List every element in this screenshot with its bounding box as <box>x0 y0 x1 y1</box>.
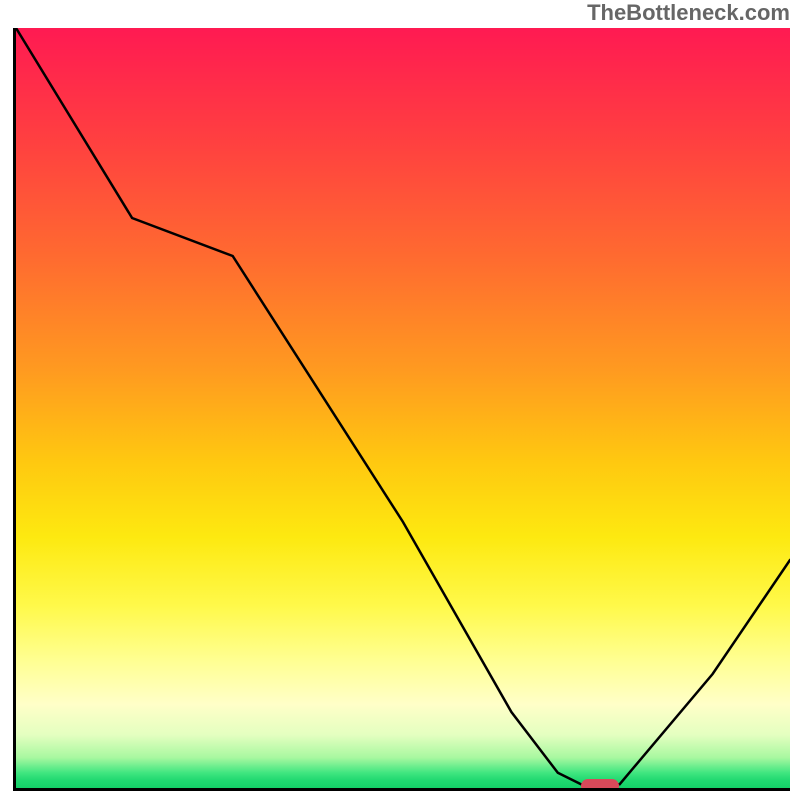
bottleneck-curve <box>16 28 790 784</box>
chart-container: TheBottleneck.com <box>0 0 800 800</box>
optimal-point-marker <box>581 779 619 791</box>
watermark-text: TheBottleneck.com <box>587 0 790 26</box>
plot-area <box>13 28 790 791</box>
curve-layer <box>16 28 790 788</box>
